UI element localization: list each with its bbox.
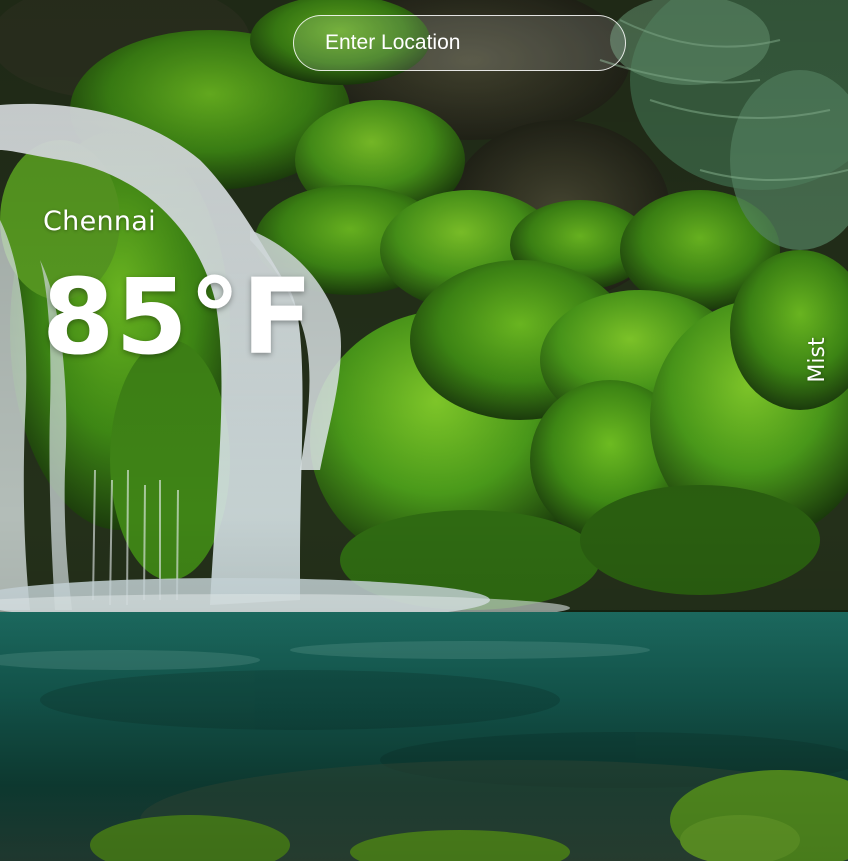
temperature-value: 85°F: [42, 256, 314, 378]
city-name: Chennai: [43, 206, 156, 237]
location-search-input[interactable]: [293, 15, 626, 71]
weather-app: Chennai 85°F Mist: [0, 0, 848, 861]
background-image: [0, 0, 848, 861]
weather-condition: Mist: [805, 337, 830, 383]
